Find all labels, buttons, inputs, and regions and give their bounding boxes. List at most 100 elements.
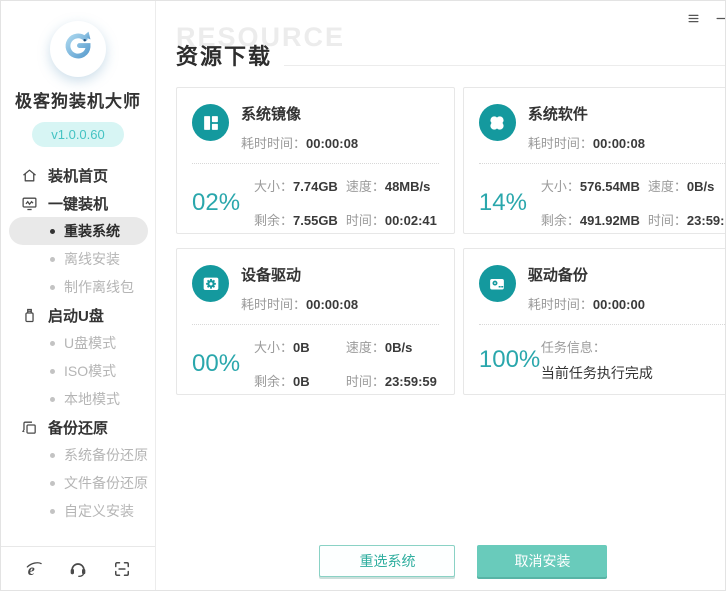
app-window: 极客狗装机大师 v1.0.0.60 装机首页 一键装机 重装系统 离线安装 制作… <box>0 0 726 591</box>
sidebar-item-boot-usb[interactable]: 启动U盘 <box>1 301 155 329</box>
windows-grid-icon <box>192 104 229 141</box>
stat-label: 剩余： <box>541 213 580 228</box>
task-message: 任务信息： 当前任务执行完成 <box>541 337 726 383</box>
bullet-icon <box>50 229 55 234</box>
stat-value: 0B <box>293 374 310 389</box>
monitor-icon <box>21 195 38 212</box>
progress-percent: 02% <box>192 189 254 217</box>
stat-label: 速度： <box>346 340 385 355</box>
card-device-driver: 设备驱动 耗时时间：00:00:08 00% 大小：0B 速度：0B/s 剩余：… <box>176 248 455 395</box>
sidebar-item-iso-mode[interactable]: ISO模式 <box>1 357 155 385</box>
stat-item: 时间：23:59:59 <box>346 371 437 390</box>
app-name: 极客狗装机大师 <box>1 87 155 112</box>
action-buttons: 重选系统取消安装 <box>156 545 726 577</box>
stats-grid: 大小：0B 速度：0B/s 剩余：0B 时间：23:59:59 <box>254 337 439 390</box>
app-logo <box>50 21 106 77</box>
nav-label: U盘模式 <box>64 333 116 353</box>
elapsed-time: 耗时时间：00:00:08 <box>528 133 645 152</box>
stat-value: 0B/s <box>687 179 714 194</box>
elapsed-value: 00:00:00 <box>593 297 645 312</box>
stat-label: 时间： <box>346 213 385 228</box>
card-title: 系统软件 <box>528 103 645 124</box>
stat-value: 00:02:41 <box>385 213 437 228</box>
elapsed-label: 耗时时间： <box>528 136 593 151</box>
sidebar-item-home[interactable]: 装机首页 <box>1 161 155 189</box>
home-icon <box>21 167 38 184</box>
page-title: 资源下载 <box>176 39 272 71</box>
elapsed-value: 00:00:08 <box>306 297 358 312</box>
drive-icon <box>479 265 516 302</box>
progress-percent: 100% <box>479 346 541 374</box>
stat-item: 时间：23:59:59 <box>648 210 726 229</box>
nav-label: 启动U盘 <box>48 305 104 326</box>
headset-icon[interactable] <box>68 559 88 579</box>
nav-label: 文件备份还原 <box>64 473 148 493</box>
sidebar-item-make-offline-package[interactable]: 制作离线包 <box>1 273 155 301</box>
stat-label: 速度： <box>648 179 687 194</box>
minimize-icon[interactable] <box>714 11 726 26</box>
stats-grid: 大小：576.54MB 速度：0B/s 剩余：491.92MB 时间：23:59… <box>541 176 726 229</box>
bullet-icon <box>50 481 55 486</box>
card-title: 系统镜像 <box>241 103 358 124</box>
window-controls <box>686 11 726 26</box>
sidebar-item-reinstall-system[interactable]: 重装系统 <box>9 217 148 245</box>
progress-percent: 00% <box>192 350 254 378</box>
card-system-image: 系统镜像 耗时时间：00:00:08 02% 大小：7.74GB 速度：48MB… <box>176 87 455 234</box>
dotted-divider <box>192 163 439 164</box>
stat-item: 大小：7.74GB <box>254 176 338 195</box>
stat-item: 大小：0B <box>254 337 310 356</box>
nav-label: 制作离线包 <box>64 277 134 297</box>
title-row: 资源下载 <box>176 39 726 71</box>
elapsed-time: 耗时时间：00:00:08 <box>241 133 358 152</box>
reselect-system-button[interactable]: 重选系统 <box>319 545 455 577</box>
bullet-icon <box>50 397 55 402</box>
elapsed-label: 耗时时间： <box>241 297 306 312</box>
dotted-divider <box>479 324 726 325</box>
scan-icon[interactable] <box>112 559 132 579</box>
sidebar-item-local-mode[interactable]: 本地模式 <box>1 385 155 413</box>
bullet-icon <box>50 509 55 514</box>
sidebar: 极客狗装机大师 v1.0.0.60 装机首页 一键装机 重装系统 离线安装 制作… <box>1 1 156 590</box>
bullet-icon <box>50 369 55 374</box>
ie-icon[interactable]: e <box>24 559 44 579</box>
stat-value: 0B/s <box>385 340 412 355</box>
elapsed-label: 耗时时间： <box>241 136 306 151</box>
stat-item: 剩余：0B <box>254 371 310 390</box>
sidebar-item-one-key-install[interactable]: 一键装机 <box>1 189 155 217</box>
nav-label: 系统备份还原 <box>64 445 148 465</box>
cancel-install-button[interactable]: 取消安装 <box>477 545 607 577</box>
elapsed-time: 耗时时间：00:00:00 <box>528 294 645 313</box>
stat-label: 速度： <box>346 179 385 194</box>
bullet-icon <box>50 257 55 262</box>
stat-label: 时间： <box>648 213 687 228</box>
main-panel: RESOURCE 资源下载 系统镜像 耗时时间：00:00:08 02% 大小：… <box>156 1 726 590</box>
stat-item: 速度：0B/s <box>346 337 437 356</box>
sidebar-item-backup-restore[interactable]: 备份还原 <box>1 413 155 441</box>
card-system-software: 系统软件 耗时时间：00:00:08 14% 大小：576.54MB 速度：0B… <box>463 87 726 234</box>
sidebar-nav: 装机首页 一键装机 重装系统 离线安装 制作离线包 启动U盘 U盘模式 ISO模… <box>1 161 155 525</box>
stat-item: 剩余：7.55GB <box>254 210 338 229</box>
version-badge: v1.0.0.60 <box>32 122 124 147</box>
stat-item: 剩余：491.92MB <box>541 210 640 229</box>
stat-label: 大小： <box>254 340 293 355</box>
elapsed-value: 00:00:08 <box>306 136 358 151</box>
sidebar-item-file-backup-restore[interactable]: 文件备份还原 <box>1 469 155 497</box>
sidebar-footer: e <box>1 546 155 590</box>
stat-value: 23:59:59 <box>687 213 726 228</box>
sidebar-item-system-backup-restore[interactable]: 系统备份还原 <box>1 441 155 469</box>
card-title: 设备驱动 <box>241 264 358 285</box>
sidebar-item-custom-install[interactable]: 自定义安装 <box>1 497 155 525</box>
stat-value: 48MB/s <box>385 179 431 194</box>
stat-item: 大小：576.54MB <box>541 176 640 195</box>
menu-icon[interactable] <box>686 11 701 26</box>
sidebar-item-usb-mode[interactable]: U盘模式 <box>1 329 155 357</box>
stat-item: 速度：0B/s <box>648 176 726 195</box>
nav-label: 自定义安装 <box>64 501 134 521</box>
gear-box-icon <box>192 265 229 302</box>
dotted-divider <box>192 324 439 325</box>
stat-label: 时间： <box>346 374 385 389</box>
stat-label: 剩余： <box>254 374 293 389</box>
dotted-divider <box>479 163 726 164</box>
sidebar-item-offline-install[interactable]: 离线安装 <box>1 245 155 273</box>
restore-icon <box>21 419 38 436</box>
